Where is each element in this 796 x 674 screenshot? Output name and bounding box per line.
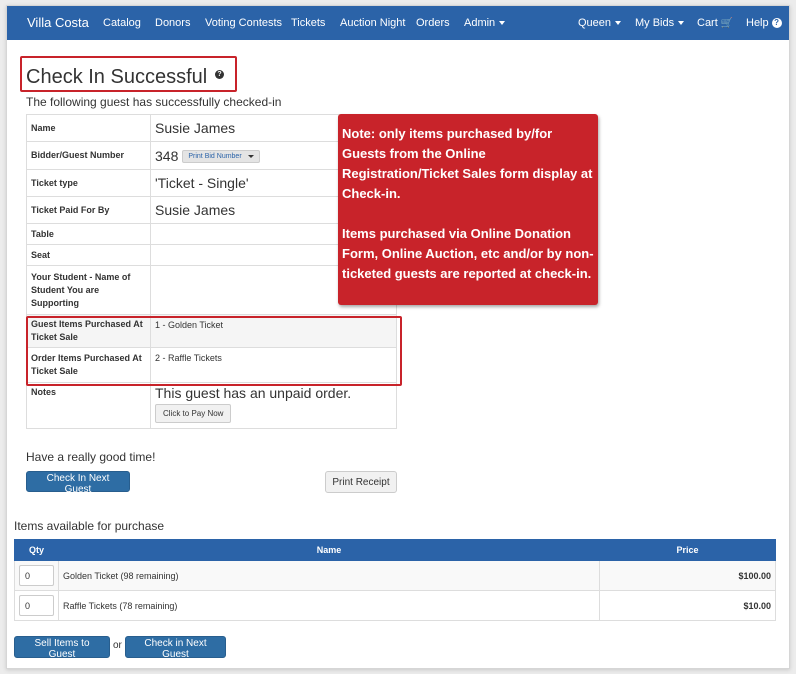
column-header-name: Name [58, 539, 600, 561]
row-label: Notes [26, 382, 151, 429]
check-in-next-guest-button[interactable]: Check In Next Guest [26, 471, 130, 495]
nav-help[interactable]: Help? [746, 6, 782, 40]
or-separator: or [113, 640, 122, 651]
row-label: Ticket type [26, 169, 151, 197]
nav-auction-night[interactable]: Auction Night [340, 6, 405, 40]
table-row: Order Items Purchased At Ticket Sale 2 -… [26, 347, 397, 383]
note-paragraph-2: Items purchased via Online Donation Form… [342, 226, 594, 281]
chevron-down-icon [247, 154, 254, 158]
table-row: Notes This guest has an unpaid order. Cl… [26, 382, 397, 429]
sell-items-button[interactable]: Sell Items to Guest [14, 636, 110, 660]
nav-catalog[interactable]: Catalog [103, 6, 141, 40]
pay-now-button[interactable]: Click to Pay Now [155, 404, 232, 423]
bidder-number: 348 [155, 147, 179, 164]
quantity-input[interactable] [19, 565, 54, 586]
chevron-down-icon [678, 21, 685, 26]
row-label: Table [26, 223, 151, 245]
nav-user-label: Queen [578, 17, 612, 29]
item-price: $100.00 [599, 560, 776, 591]
nav-tickets[interactable]: Tickets [291, 6, 325, 40]
page-subtitle: The following guest has successfully che… [26, 95, 282, 109]
row-label: Guest Items Purchased At Ticket Sale [26, 314, 151, 348]
row-label: Name [26, 114, 151, 142]
row-label: Bidder/Guest Number [26, 141, 151, 170]
top-navbar: Villa Costa Catalog Donors Voting Contes… [7, 6, 789, 40]
quantity-input[interactable] [19, 595, 54, 616]
print-bid-number-dropdown[interactable]: Print Bid Number [182, 150, 260, 164]
row-value: 2 - Raffle Tickets [150, 347, 397, 383]
nav-my-bids[interactable]: My Bids [635, 6, 685, 40]
help-icon: ? [771, 18, 782, 29]
purchase-heading: Items available for purchase [14, 519, 165, 533]
app-window: Villa Costa Catalog Donors Voting Contes… [6, 5, 790, 669]
table-header-row: Qty Name Price [14, 539, 776, 561]
note-callout: Note: only items purchased by/for Guests… [338, 114, 598, 305]
item-price: $10.00 [599, 590, 776, 621]
row-value: 1 - Golden Ticket [150, 314, 397, 348]
notes-text: This guest has an unpaid order. [155, 385, 352, 401]
column-header-qty: Qty [14, 539, 59, 561]
item-name: Golden Ticket (98 remaining) [58, 560, 600, 591]
cart-icon: 🛒 [720, 18, 734, 29]
question-icon[interactable]: ? [215, 70, 224, 79]
purchase-table: Qty Name Price Golden Ticket (98 remaini… [14, 539, 776, 621]
row-label: Ticket Paid For By [26, 196, 151, 224]
nav-voting-contests[interactable]: Voting Contests [205, 6, 282, 40]
column-header-price: Price [599, 539, 776, 561]
brand-link[interactable]: Villa Costa [27, 6, 89, 40]
nav-donors[interactable]: Donors [155, 6, 190, 40]
row-label: Your Student - Name of Student You are S… [26, 265, 151, 315]
table-row: Golden Ticket (98 remaining) $100.00 [14, 560, 776, 591]
qty-cell [14, 590, 59, 621]
row-label: Seat [26, 244, 151, 266]
qty-cell [14, 560, 59, 591]
row-label: Order Items Purchased At Ticket Sale [26, 347, 151, 383]
nav-orders[interactable]: Orders [416, 6, 450, 40]
nav-admin[interactable]: Admin [464, 6, 506, 40]
check-in-next-guest-bottom-button[interactable]: Check in Next Guest [125, 636, 226, 660]
nav-my-bids-label: My Bids [635, 17, 675, 29]
nav-cart-label: Cart [697, 17, 718, 29]
item-name: Raffle Tickets (78 remaining) [58, 590, 600, 621]
dropdown-label: Print Bid Number [188, 153, 242, 161]
chevron-down-icon [499, 21, 506, 26]
nav-user-menu[interactable]: Queen [578, 6, 622, 40]
nav-admin-label: Admin [464, 17, 496, 29]
table-row: Guest Items Purchased At Ticket Sale 1 -… [26, 314, 397, 348]
print-receipt-button[interactable]: Print Receipt [325, 471, 397, 493]
row-value: This guest has an unpaid order. Click to… [150, 382, 397, 429]
nav-help-label: Help [746, 17, 769, 29]
chevron-down-icon [615, 21, 622, 26]
page-title: Check In Successful [26, 66, 208, 88]
table-row: Raffle Tickets (78 remaining) $10.00 [14, 590, 776, 621]
nav-cart[interactable]: Cart 🛒 [697, 6, 733, 40]
note-paragraph-1: Note: only items purchased by/for Guests… [342, 126, 593, 201]
welcome-message: Have a really good time! [26, 450, 156, 464]
